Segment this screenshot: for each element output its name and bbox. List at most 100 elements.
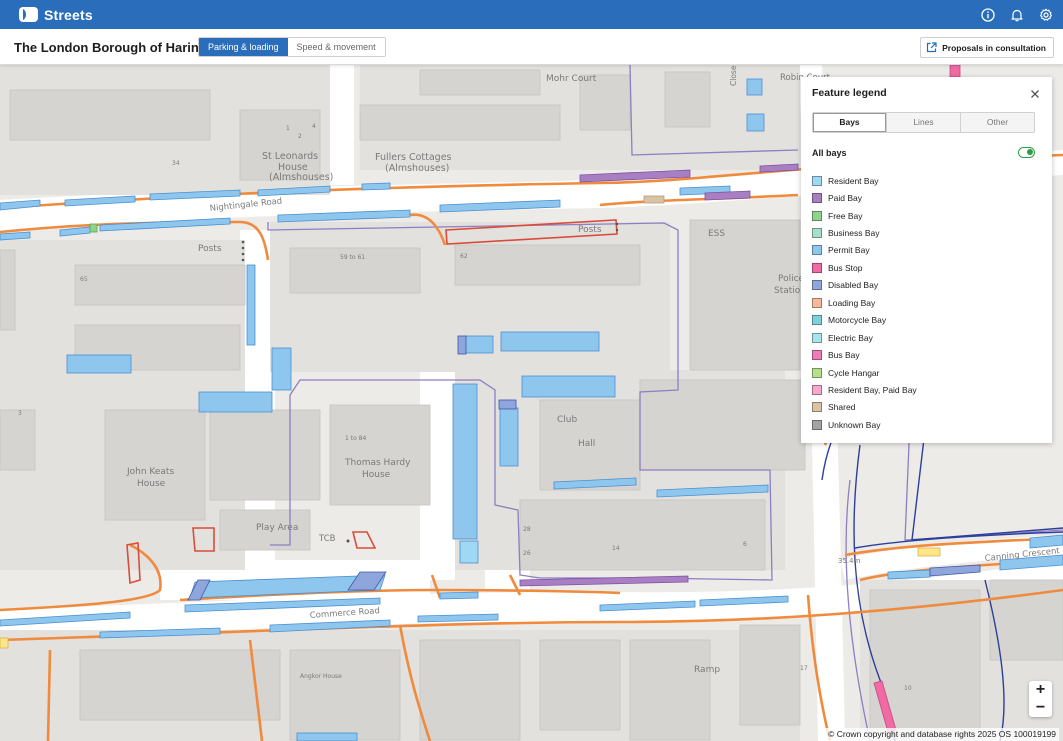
legend-items: Resident Bay Paid Bay Free Bay Business Bay… xyxy=(812,172,917,434)
streets-logo-icon xyxy=(19,7,38,22)
label-fullers-2: (Almshouses) xyxy=(385,163,449,174)
feature-legend-panel: Feature legend Bays Lines Other All bays… xyxy=(801,77,1052,443)
zoom-in-icon[interactable]: + xyxy=(1029,681,1052,699)
label-st-leonards-3: (Almshouses) xyxy=(269,172,333,183)
legend-item-label: Resident Bay xyxy=(828,175,879,186)
label-ess: ESS xyxy=(708,229,725,239)
label-posts-1: Posts xyxy=(198,244,222,254)
label-num-26: 26 xyxy=(523,550,531,557)
legend-item-label: Bus Bay xyxy=(828,350,860,361)
label-thomas-hardy-1: Thomas Hardy xyxy=(344,458,411,468)
label-num-1: 1 xyxy=(286,125,290,132)
all-bays-label: All bays xyxy=(812,148,847,158)
legend-item[interactable]: Free Bay xyxy=(812,207,917,224)
legend-item-label: Resident Bay, Paid Bay xyxy=(828,384,917,395)
label-num-14: 14 xyxy=(612,545,620,552)
legend-swatch xyxy=(812,245,822,256)
legend-item-label: Motorcycle Bay xyxy=(828,315,887,326)
tab-parking-loading[interactable]: Parking & loading xyxy=(199,38,288,56)
label-tcb: TCB xyxy=(318,534,336,544)
legend-swatch xyxy=(812,280,822,291)
legend-swatch xyxy=(812,262,822,273)
legend-item-label: Bus Stop xyxy=(828,262,863,273)
app-bar: Streets xyxy=(0,0,1063,29)
legend-item[interactable]: Cycle Hangar xyxy=(812,364,917,381)
legend-item-label: Cycle Hangar xyxy=(828,367,880,378)
close-icon[interactable] xyxy=(1029,87,1041,99)
legend-item-label: Disabled Bay xyxy=(828,280,879,291)
legend-tab-lines[interactable]: Lines xyxy=(887,113,961,132)
proposals-label: Proposals in consultation xyxy=(942,42,1046,53)
label-num-1-84: 1 to 84 xyxy=(345,435,366,442)
legend-item[interactable]: Bus Bay xyxy=(812,346,917,363)
external-link-icon xyxy=(926,42,937,53)
info-icon[interactable] xyxy=(979,6,997,24)
legend-item-label: Free Bay xyxy=(828,210,863,221)
legend-swatch xyxy=(812,332,822,343)
label-ramp: Ramp xyxy=(694,665,720,675)
legend-swatch xyxy=(812,402,822,413)
label-bm: 35.4m xyxy=(838,557,861,565)
label-num-6: 6 xyxy=(743,541,747,548)
label-thomas-hardy-2: House xyxy=(362,470,391,480)
legend-item[interactable]: Paid Bay xyxy=(812,189,917,206)
legend-item-label: Electric Bay xyxy=(828,332,873,343)
label-posts-2: Posts xyxy=(578,225,602,235)
label-num-59-61: 59 to 61 xyxy=(340,254,365,261)
legend-item[interactable]: Bus Stop xyxy=(812,259,917,276)
label-angkor-house: Angkor House xyxy=(300,673,342,680)
legend-tab-other[interactable]: Other xyxy=(961,113,1034,132)
zoom-out-icon[interactable]: − xyxy=(1029,699,1052,717)
label-john-keats-1: John Keats xyxy=(126,467,174,477)
legend-swatch xyxy=(812,297,822,308)
mode-tabs: Parking & loading Speed & movement xyxy=(198,37,386,57)
legend-item[interactable]: Unknown Bay xyxy=(812,416,917,433)
all-bays-toggle[interactable] xyxy=(1018,147,1035,158)
legend-tab-bays[interactable]: Bays xyxy=(813,113,887,132)
label-close: Close xyxy=(729,65,738,86)
legend-tabs: Bays Lines Other xyxy=(812,112,1035,133)
label-hall: Hall xyxy=(578,439,595,449)
legend-item-label: Unknown Bay xyxy=(828,419,881,430)
legend-item[interactable]: Business Bay xyxy=(812,224,917,241)
legend-item-label: Business Bay xyxy=(828,228,880,239)
legend-item-label: Loading Bay xyxy=(828,297,876,308)
legend-item[interactable]: Disabled Bay xyxy=(812,277,917,294)
legend-title: Feature legend xyxy=(812,87,887,99)
council-title: The London Borough of Haringey xyxy=(14,40,222,55)
proposals-button[interactable]: Proposals in consultation xyxy=(920,37,1054,58)
app-logo[interactable]: Streets xyxy=(19,7,93,23)
label-mohr-court: Mohr Court xyxy=(546,74,597,84)
gear-icon[interactable] xyxy=(1037,6,1055,24)
zoom-controls: + − xyxy=(1029,681,1052,717)
legend-item[interactable]: Motorcycle Bay xyxy=(812,312,917,329)
label-john-keats-2: House xyxy=(137,479,166,489)
legend-swatch xyxy=(812,384,822,395)
tab-speed-movement[interactable]: Speed & movement xyxy=(287,38,385,56)
label-num-3: 3 xyxy=(18,410,22,417)
label-num-10: 10 xyxy=(904,685,912,692)
label-play-area: Play Area xyxy=(256,523,298,533)
legend-swatch xyxy=(812,193,822,204)
label-num-17: 17 xyxy=(800,665,808,672)
legend-item[interactable]: Permit Bay xyxy=(812,242,917,259)
label-num-62: 62 xyxy=(460,253,468,260)
label-club: Club xyxy=(557,415,577,425)
bell-icon[interactable] xyxy=(1008,6,1026,24)
legend-item[interactable]: Resident Bay, Paid Bay xyxy=(812,381,917,398)
legend-item[interactable]: Shared xyxy=(812,399,917,416)
legend-item[interactable]: Loading Bay xyxy=(812,294,917,311)
sub-header: The London Borough of Haringey Parking &… xyxy=(0,29,1063,65)
label-num-28: 28 xyxy=(523,526,531,533)
legend-swatch xyxy=(812,419,822,430)
label-st-leonards-1: St Leonards xyxy=(262,151,318,162)
legend-item[interactable]: Electric Bay xyxy=(812,329,917,346)
legend-item-label: Shared xyxy=(828,402,856,413)
legend-swatch xyxy=(812,228,822,239)
legend-item-label: Permit Bay xyxy=(828,245,870,256)
label-fullers-1: Fullers Cottages xyxy=(375,152,452,163)
label-num-65: 65 xyxy=(80,276,88,283)
legend-swatch xyxy=(812,210,822,221)
legend-swatch xyxy=(812,175,822,186)
legend-item[interactable]: Resident Bay xyxy=(812,172,917,189)
